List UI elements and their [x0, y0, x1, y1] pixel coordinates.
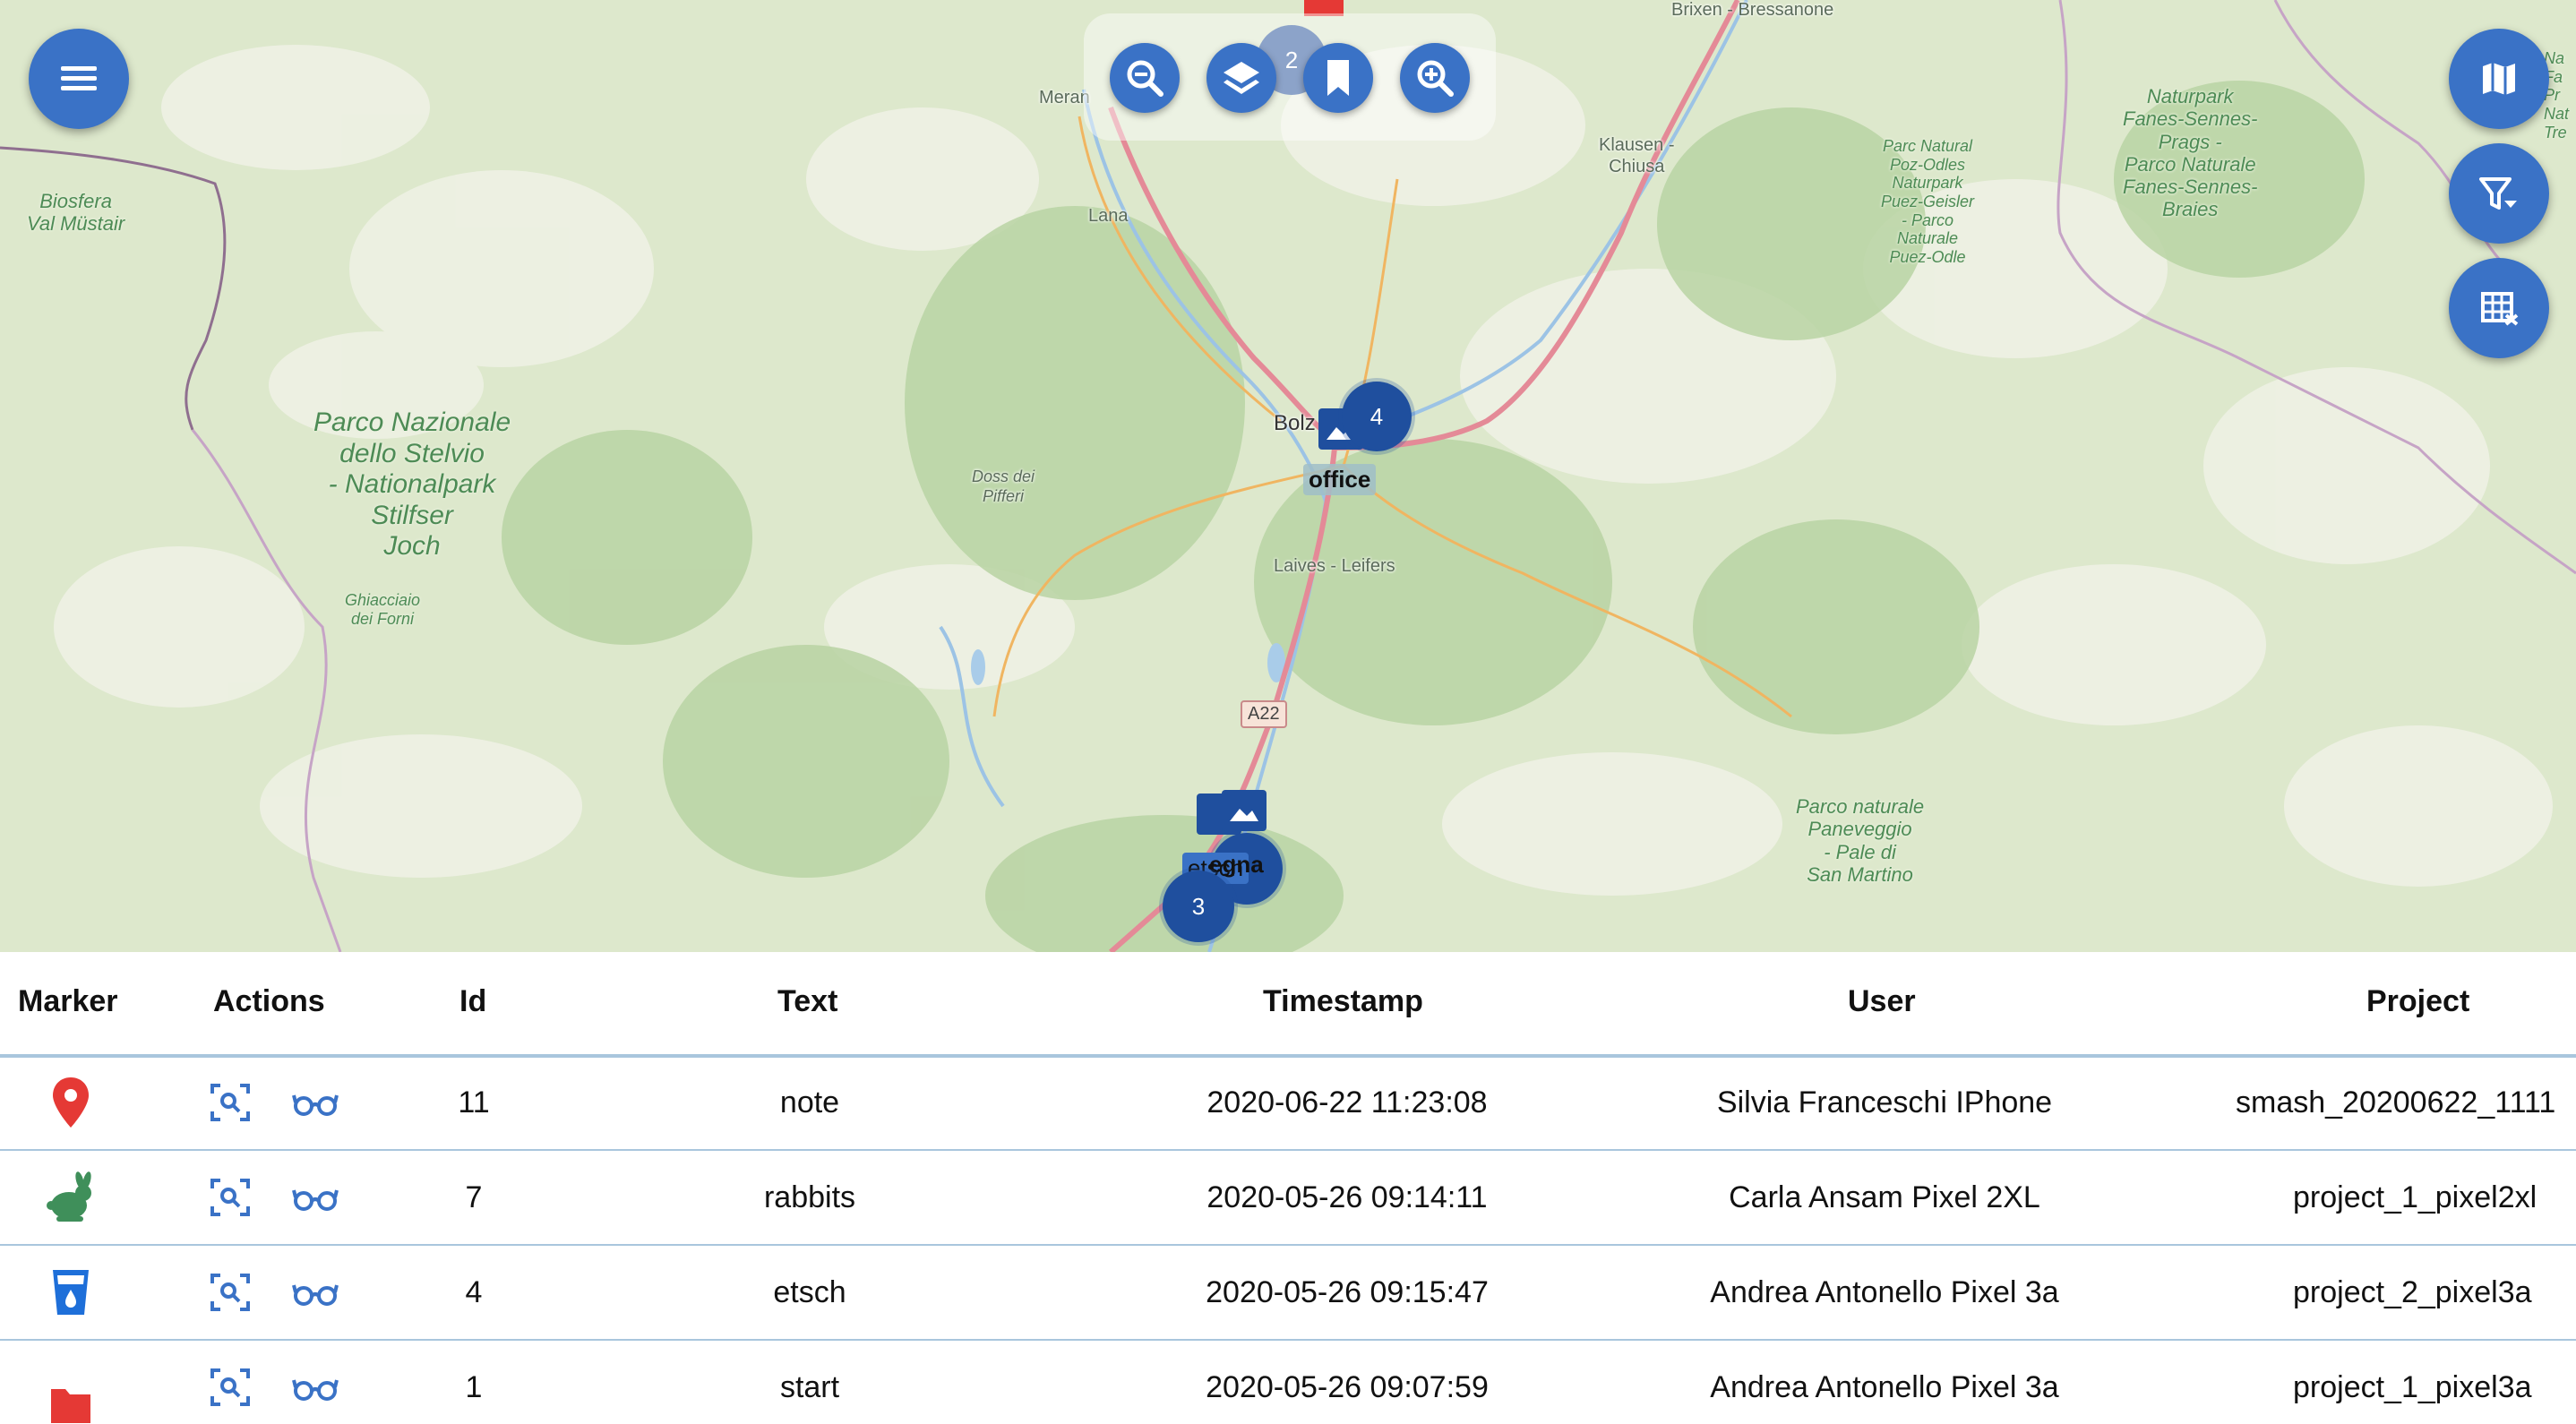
timestamp-cell: 2020-05-26 09:14:11 — [1206, 1180, 1488, 1214]
glasses-icon — [292, 1094, 339, 1116]
view-button[interactable] — [292, 1083, 339, 1122]
zoom-to-button[interactable] — [210, 1178, 251, 1217]
marker-cell — [18, 1151, 124, 1244]
table-row[interactable]: 4 etsch 2020-05-26 09:15:47 Andrea Anton… — [0, 1246, 2576, 1341]
map-pin-icon — [53, 1077, 89, 1128]
image-icon — [1230, 809, 1258, 821]
table-header: Marker Actions Id Text Timestamp User Pr… — [0, 952, 2576, 1056]
place-doss-dei-pifferi: Doss dei Pifferi — [972, 468, 1035, 505]
layers-button[interactable] — [1206, 43, 1276, 113]
zoom-in-button[interactable] — [1400, 43, 1470, 113]
zoom-to-button[interactable] — [210, 1083, 251, 1122]
user-cell: Carla Ansam Pixel 2XL — [1729, 1180, 2040, 1214]
place-klausen: Klausen - Chiusa — [1599, 135, 1675, 176]
zoom-out-button[interactable] — [1110, 43, 1180, 113]
user-cell: Andrea Antonello Pixel 3a — [1710, 1369, 2059, 1404]
header-actions[interactable]: Actions — [213, 984, 325, 1019]
cluster-marker-south[interactable]: 3 — [1163, 871, 1234, 942]
rabbit-icon — [47, 1171, 91, 1222]
header-user[interactable]: User — [1848, 984, 1916, 1019]
zoom-to-icon — [210, 1084, 250, 1121]
marker-cell — [18, 1056, 124, 1149]
park-fanes: Naturpark Fanes-Sennes- Prags - Parco Na… — [2123, 85, 2258, 221]
project-cell: smash_20200622_1111 — [2236, 1085, 2556, 1119]
text-cell: note — [779, 1085, 840, 1119]
view-button[interactable] — [292, 1273, 339, 1312]
id-cell: 11 — [458, 1085, 490, 1119]
table-fab[interactable] — [2449, 258, 2549, 358]
filter-icon — [2479, 177, 2517, 210]
table-row[interactable]: 11 note 2020-06-22 11:23:08 Silvia Franc… — [0, 1056, 2576, 1151]
text-cell: etsch — [773, 1274, 846, 1309]
image-marker-south-2[interactable] — [1222, 790, 1267, 831]
cluster-marker-bolzano[interactable]: 4 — [1342, 382, 1412, 451]
table-row[interactable]: 1 start 2020-05-26 09:07:59 Andrea Anton… — [0, 1341, 2576, 1424]
user-cell: Silvia Franceschi IPhone — [1716, 1085, 2053, 1119]
place-lana: Lana — [1088, 206, 1129, 226]
timestamp-cell: 2020-05-26 09:07:59 — [1206, 1369, 1489, 1404]
layers-icon — [1224, 62, 1259, 94]
text-cell: start — [779, 1369, 840, 1404]
header-timestamp[interactable]: Timestamp — [1263, 984, 1423, 1019]
map-label-office[interactable]: office — [1303, 464, 1377, 495]
filter-fab[interactable] — [2449, 143, 2549, 244]
zoom-to-icon — [210, 1274, 250, 1311]
id-cell: 1 — [465, 1369, 483, 1404]
road-shield-a22: A22 — [1241, 700, 1287, 728]
zoom-out-icon — [1127, 60, 1163, 97]
hamburger-icon — [61, 66, 97, 90]
marker-cell — [18, 1246, 124, 1339]
table-icon — [2481, 292, 2519, 326]
glasses-icon — [292, 1379, 339, 1401]
zoom-to-icon — [210, 1368, 250, 1406]
place-laives: Laives - Leifers — [1274, 556, 1395, 576]
map-icon — [2483, 63, 2515, 95]
project-cell: project_1_pixel2xl — [2293, 1180, 2537, 1214]
header-project[interactable]: Project — [2366, 984, 2469, 1019]
view-button[interactable] — [292, 1178, 339, 1217]
park-edge-label: Na Fa Pr Nat Tre — [2544, 49, 2570, 142]
id-cell: 4 — [465, 1274, 483, 1309]
project-cell: project_2_pixel3a — [2293, 1274, 2532, 1309]
bookmark-icon — [1327, 60, 1349, 96]
text-cell: rabbits — [763, 1180, 856, 1214]
user-cell: Andrea Antonello Pixel 3a — [1710, 1274, 2059, 1309]
header-id[interactable]: Id — [459, 984, 486, 1019]
zoom-to-button[interactable] — [210, 1368, 251, 1407]
map-view[interactable]: Brixen - Bressanone Meran Lana Klausen -… — [0, 0, 2576, 952]
park-paneveggio: Parco naturale Paneveggio - Pale di San … — [1796, 795, 1925, 886]
view-button[interactable] — [292, 1368, 339, 1407]
header-marker[interactable]: Marker — [18, 984, 118, 1019]
project-cell: project_1_pixel3a — [2293, 1369, 2532, 1404]
water-glass-icon — [53, 1270, 89, 1315]
zoom-in-icon — [1417, 60, 1454, 97]
place-brixen: Brixen - Bressanone — [1671, 0, 1834, 20]
table-row[interactable]: 7 rabbits 2020-05-26 09:14:11 Carla Ansa… — [0, 1151, 2576, 1246]
glasses-icon — [292, 1189, 339, 1211]
bookmark-button[interactable] — [1303, 43, 1373, 113]
glasses-icon — [292, 1284, 339, 1306]
menu-button[interactable] — [29, 29, 129, 129]
zoom-to-button[interactable] — [210, 1273, 251, 1312]
place-ghiacciaio: Ghiacciaio dei Forni — [345, 591, 421, 628]
park-biosfera: Biosfera Val Müstair — [27, 190, 125, 236]
timestamp-cell: 2020-06-22 11:23:08 — [1206, 1085, 1488, 1119]
map-label-egna[interactable]: egna — [1209, 851, 1264, 879]
marker-cell — [18, 1341, 124, 1424]
place-meran: Meran — [1039, 88, 1090, 107]
timestamp-cell: 2020-05-26 09:15:47 — [1206, 1274, 1489, 1309]
park-stelvio: Parco Nazionale dello Stelvio - National… — [313, 407, 511, 561]
zoom-to-icon — [210, 1179, 250, 1216]
id-cell: 7 — [465, 1180, 483, 1214]
park-puez: Parc Natural Poz-Odles Naturpark Puez-Ge… — [1881, 137, 1975, 267]
map-layers-fab[interactable] — [2449, 29, 2549, 129]
folder-icon — [51, 1389, 90, 1423]
header-text[interactable]: Text — [777, 984, 837, 1019]
notes-table: Marker Actions Id Text Timestamp User Pr… — [0, 952, 2576, 1424]
